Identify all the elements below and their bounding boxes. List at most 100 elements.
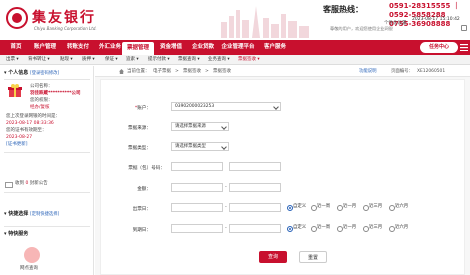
nav-item-service[interactable]: 客户服务	[260, 40, 290, 55]
issue-radio-3months[interactable]: 近三月	[363, 204, 382, 211]
breadcrumb-item: 票据签收	[213, 69, 231, 74]
range-separator: -	[225, 184, 227, 190]
due-radio-month[interactable]: 近一月	[337, 225, 356, 232]
subnav-item-discount[interactable]: 贴现 ▾	[60, 55, 73, 65]
hotline-label: 客服热线：	[323, 5, 363, 14]
bill-number-input[interactable]	[171, 162, 223, 171]
greeting-text: 尊敬的用户，欢迎您使用企业网银	[330, 26, 393, 31]
issue-radio-custom[interactable]: 自定义	[287, 204, 306, 211]
role-label: 您的权限：	[30, 98, 53, 103]
issue-date-start-input[interactable]	[171, 203, 223, 212]
nav-item-transfer[interactable]: 转账支付	[63, 40, 93, 55]
nav-item-account[interactable]: 账户管理	[30, 40, 60, 55]
breadcrumb-item[interactable]: 电子票据	[153, 66, 171, 77]
breadcrumb-label: 当前位置：	[127, 69, 150, 74]
due-radio-custom[interactable]: 自定义	[287, 225, 306, 232]
bill-receive-form: *账户： 03902000023253 票据来源： 请选择票据来源 票据类型： …	[100, 79, 465, 275]
subnav-item-guarantee[interactable]: 保证 ▾	[105, 55, 118, 65]
main-content: 当前位置： 电子票据 > 票据签收 > 票据签收 功能说明 页面编号： XE12…	[95, 66, 470, 275]
feature-help-link[interactable]: 功能说明	[359, 66, 377, 77]
bill-source-label: 票据来源：	[128, 126, 151, 131]
nav-item-forex[interactable]: 外汇业务	[95, 40, 125, 55]
issue-radio-week[interactable]: 近一周	[311, 204, 330, 211]
subnav-item-bill-receive[interactable]: 票据签收 ▾	[238, 55, 260, 65]
breadcrumb: 当前位置： 电子票据 > 票据签收 > 票据签收 功能说明 页面编号： XE12…	[95, 66, 470, 77]
logout-icon[interactable]	[461, 25, 467, 31]
issue-date-end-input[interactable]	[229, 203, 281, 212]
due-date-start-input[interactable]	[171, 224, 223, 233]
nav-item-bills[interactable]: 票据管理	[122, 42, 154, 55]
subnav-item-bill-query[interactable]: 票据查询 ▾	[178, 55, 200, 65]
page-id-label: 页面编号：	[391, 69, 413, 74]
bill-type-select[interactable]: 请选择票据类型	[171, 142, 229, 151]
branch-search-icon[interactable]	[24, 247, 40, 263]
due-radio-3months[interactable]: 近三月	[363, 225, 382, 232]
bank-name: 集友银行	[32, 10, 96, 26]
bill-type-label: 票据类型：	[128, 146, 151, 151]
amount-min-input[interactable]	[171, 183, 223, 192]
due-radio-6months[interactable]: 近六月	[389, 225, 408, 232]
divider	[4, 226, 90, 227]
last-login-value: 2023-08-17 08:33:36	[6, 121, 54, 126]
datetime: 2023-08-17 15:10:42	[412, 17, 460, 22]
nav-item-loans[interactable]: 企业贷款	[188, 40, 218, 55]
skyline-decoration-icon	[221, 6, 309, 38]
home-icon	[119, 69, 124, 74]
subnav-item-payment[interactable]: 提示付款 ▾	[148, 55, 170, 65]
customize-quick-link[interactable]: [定制快捷选择]	[30, 212, 59, 217]
range-separator: -	[225, 204, 227, 210]
role-value: 经办/复核	[30, 105, 50, 110]
bill-number-input-2[interactable]	[229, 162, 281, 171]
breadcrumb-item[interactable]: 票据签收	[183, 66, 201, 77]
subnav-item-recourse[interactable]: 追索 ▾	[126, 55, 139, 65]
sub-nav: 出票 ▾ 背书转让 ▾ 贴现 ▾ 质押 ▾ 保证 ▾ 追索 ▾ 提示付款 ▾ 票…	[0, 55, 470, 65]
cert-expiry-label: 您的证书有效期至：	[6, 128, 47, 133]
reset-button[interactable]: 重置	[299, 251, 327, 263]
page-id: XE12060501	[417, 69, 446, 74]
page-header: 集友银行 Chiyu Banking Corporation Ltd. 客服热线…	[0, 0, 470, 40]
nav-item-wealth[interactable]: 资金增值	[156, 40, 186, 55]
branch-search-label[interactable]: 网点查询	[20, 266, 38, 272]
amount-label: 金额：	[137, 187, 151, 192]
nav-item-home[interactable]: 首页	[6, 40, 26, 55]
account-label: *账户：	[134, 106, 151, 111]
nav-item-enterprise[interactable]: 企业管理平台	[218, 40, 258, 55]
subnav-item-biz-query[interactable]: 业务查询 ▾	[208, 55, 230, 65]
subnav-item-issue[interactable]: 出票 ▾	[6, 55, 19, 65]
query-button[interactable]: 查询	[259, 251, 287, 263]
change-password-link[interactable]: [登录密码修改]	[30, 71, 59, 76]
cert-update-link[interactable]: [证书更新]	[6, 142, 28, 148]
amount-max-input[interactable]	[229, 183, 281, 192]
company-name-label: 公司名称：	[30, 84, 53, 89]
bank-logo-icon	[6, 7, 28, 29]
range-separator: -	[225, 225, 227, 231]
account-select[interactable]: 03902000023253	[171, 102, 281, 111]
last-login-label: 您上次登录网银的时间是：	[6, 114, 60, 119]
due-date-label: 到期日：	[132, 228, 151, 233]
subnav-item-endorse[interactable]: 背书转让 ▾	[28, 55, 50, 65]
breadcrumb-sep: >	[175, 69, 179, 74]
due-radio-week[interactable]: 近一周	[311, 225, 330, 232]
divider	[4, 79, 90, 80]
divider	[4, 152, 90, 153]
company-name-value: 羽佳跌蔵**********公司	[30, 91, 81, 96]
express-service-heading: ▾ 特快服务	[4, 231, 29, 237]
bank-name-en: Chiyu Banking Corporation Ltd.	[34, 26, 97, 31]
issue-radio-6months[interactable]: 近六月	[389, 204, 408, 211]
mail-icon	[5, 182, 13, 188]
bill-source-select[interactable]: 请选择票据来源	[171, 122, 229, 131]
bill-number-label: 票据（包）号码：	[128, 166, 165, 171]
main-nav: 首页 账户管理 转账支付 外汇业务 票据管理 资金增值 企业贷款 企业管理平台 …	[0, 40, 470, 55]
task-center-button[interactable]: 任务中心	[420, 42, 458, 53]
chevron-down-icon	[273, 104, 279, 110]
sidebar: ▾ 个人信息 [登录密码修改] 公司名称： 羽佳跌蔵**********公司 您…	[0, 66, 94, 275]
issue-date-label: 出票日：	[132, 207, 151, 212]
quick-select-heading: ▾ 快捷选择 [定制快捷选择]	[4, 211, 60, 217]
notice-count-text[interactable]: 收到 0 封新公告	[15, 181, 48, 187]
subnav-item-pledge[interactable]: 质押 ▾	[82, 55, 95, 65]
due-date-end-input[interactable]	[229, 224, 281, 233]
chevron-down-icon	[221, 124, 227, 130]
issue-radio-month[interactable]: 近一月	[337, 204, 356, 211]
menu-icon[interactable]	[460, 44, 468, 51]
personal-info-heading: ▾ 个人信息 [登录密码修改]	[4, 70, 60, 76]
